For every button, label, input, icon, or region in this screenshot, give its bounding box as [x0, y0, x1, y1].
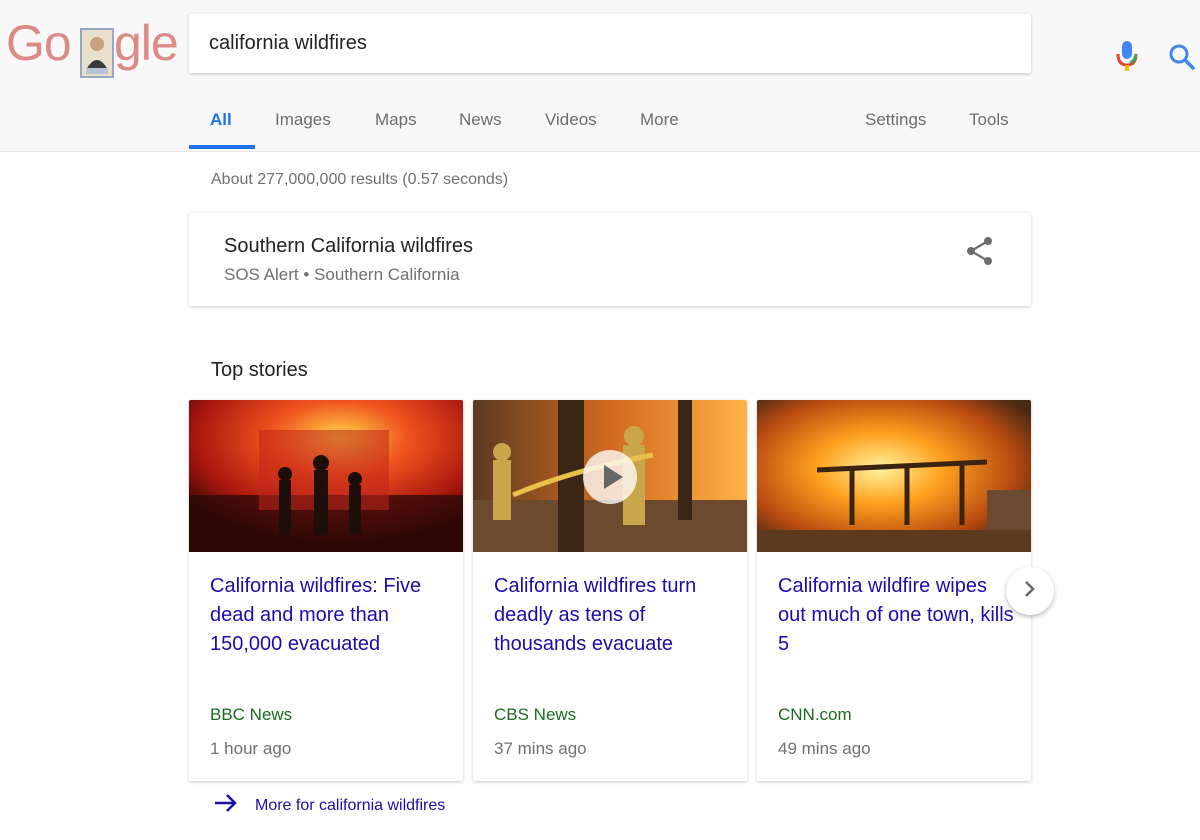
doodle-portrait-icon — [80, 28, 114, 78]
tab-more[interactable]: More — [640, 110, 679, 130]
logo-letters-right: gle — [114, 15, 179, 71]
tab-settings[interactable]: Settings — [865, 110, 926, 130]
search-icon[interactable] — [1168, 43, 1196, 76]
sos-alert-subtitle: SOS Alert • Southern California — [224, 265, 460, 284]
story-image-3[interactable] — [757, 400, 1031, 552]
mic-icon[interactable] — [1114, 41, 1140, 78]
header: Go gle All — [0, 0, 1200, 152]
sos-alert-card[interactable]: Southern California wildfires SOS Alert … — [189, 213, 1031, 306]
tab-maps[interactable]: Maps — [375, 110, 417, 130]
story-card-2[interactable]: California wildfires turn deadly as tens… — [473, 400, 747, 781]
tab-tools[interactable]: Tools — [969, 110, 1009, 130]
active-tab-indicator — [189, 145, 255, 149]
tab-images[interactable]: Images — [275, 110, 331, 130]
tab-all[interactable]: All — [210, 110, 232, 130]
story-time-3: 49 mins ago — [778, 739, 871, 758]
search-tabs: All Images Maps News Videos More Setting… — [0, 98, 1200, 152]
carousel-next-button[interactable] — [1006, 567, 1054, 615]
sos-alert-title[interactable]: Southern California wildfires — [224, 235, 473, 258]
story-title-2[interactable]: California wildfires turn deadly as tens… — [494, 572, 734, 659]
more-stories-link[interactable]: More for california wildfires — [213, 793, 445, 818]
story-source-1: BBC News — [210, 705, 293, 724]
top-stories-heading: Top stories — [211, 359, 308, 381]
result-stats: About 277,000,000 results (0.57 seconds) — [211, 171, 509, 188]
search-input[interactable] — [209, 32, 889, 55]
story-image-1[interactable] — [189, 400, 463, 552]
more-stories-label[interactable]: More for california wildfires — [255, 797, 445, 815]
arrow-right-icon — [213, 793, 239, 818]
story-title-1[interactable]: California wildfires: Five dead and more… — [210, 572, 450, 659]
story-source-3: CNN.com — [778, 705, 852, 724]
story-title-3[interactable]: California wildfire wipes out much of on… — [778, 572, 1018, 659]
tab-videos[interactable]: Videos — [545, 110, 597, 130]
tab-news[interactable]: News — [459, 110, 502, 130]
chevron-right-icon — [1023, 579, 1037, 604]
story-source-2: CBS News — [494, 705, 577, 724]
search-box[interactable] — [189, 14, 1195, 73]
story-time-2: 37 mins ago — [494, 739, 587, 758]
google-doodle-logo[interactable]: Go gle — [6, 12, 179, 78]
share-icon[interactable] — [965, 236, 995, 271]
story-card-1[interactable]: California wildfires: Five dead and more… — [189, 400, 463, 781]
story-time-1: 1 hour ago — [210, 739, 292, 758]
story-card-3[interactable]: California wildfire wipes out much of on… — [757, 400, 1031, 781]
play-icon[interactable] — [583, 450, 637, 504]
logo-letters-left: Go — [6, 15, 72, 71]
